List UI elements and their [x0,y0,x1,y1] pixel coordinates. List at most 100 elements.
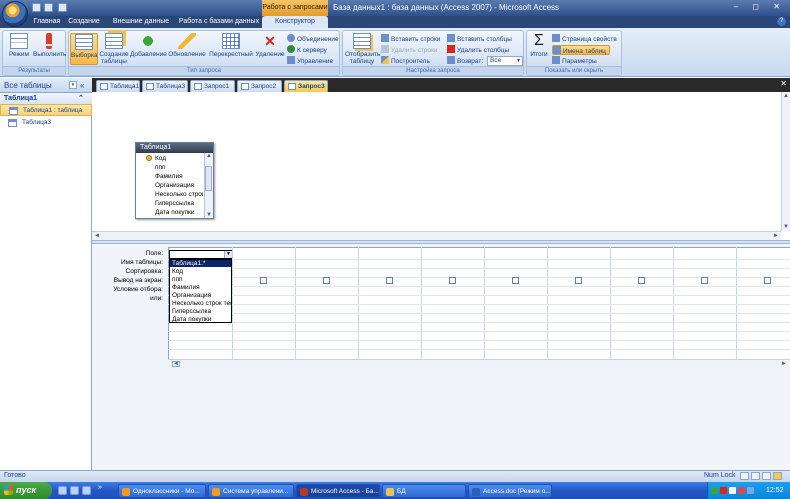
taskbar-item[interactable]: Access.doc [Режим о... [468,484,552,498]
show-checkbox[interactable] [512,277,519,284]
show-table-button[interactable]: Отобразить таблицу [345,33,380,65]
delete-rows-button[interactable]: Удалить строки [381,45,438,55]
table-field-list[interactable] [135,142,214,219]
show-checkbox[interactable] [701,277,708,284]
scroll-up-icon[interactable]: ▲ [783,93,789,99]
dropdown-option[interactable]: Несколько строк тек [172,300,231,307]
grid-horizontal-scrollbar[interactable]: ◄ ► [168,359,790,368]
field-combo[interactable] [169,250,232,259]
nav-dropdown-icon[interactable]: ▾ [69,81,77,89]
scroll-up-icon[interactable]: ▲ [206,153,212,159]
quicklaunch-icon[interactable] [82,486,91,495]
doc-tab-table1[interactable]: Таблица1 [96,80,140,92]
taskbar-item[interactable]: Одноклассники - Мо... [118,484,206,498]
taskbar-item-access[interactable]: Microsoft Access - Ба... [296,484,380,498]
scroll-right-icon[interactable]: ► [781,361,787,367]
doc-tab-table3[interactable]: Таблица3 [142,80,188,92]
doc-tab-query1[interactable]: Запрос1 [190,80,235,92]
show-checkbox[interactable] [386,277,393,284]
show-checkbox[interactable] [575,277,582,284]
table-names-button[interactable]: Имена таблиц [552,45,610,55]
sql-view-icon[interactable] [762,472,771,480]
tab-database-tools[interactable]: Работа с базами данных [178,16,260,28]
totals-button[interactable]: Σ Итоги [529,33,549,65]
field-item[interactable]: Гиперссылка [155,200,194,207]
tray-icon[interactable] [747,487,754,494]
table-field-list-title[interactable]: Таблица1 [136,143,213,153]
field-list-scroll-thumb[interactable] [205,166,212,191]
update-button[interactable]: Обновление [167,33,207,65]
field-item[interactable]: Несколько строк [155,191,203,198]
scroll-down-icon[interactable]: ▼ [783,224,789,230]
tray-icon[interactable] [738,487,745,494]
dropdown-option[interactable]: Таблица1.* [170,260,231,267]
upper-vertical-scrollbar[interactable]: ▲ ▼ [781,92,790,231]
field-item[interactable]: ппп [155,164,166,171]
dropdown-option[interactable]: ппп [172,276,183,283]
scroll-left-icon[interactable]: ◄ [94,233,100,239]
scroll-left-icon[interactable]: ◄ [172,361,180,367]
scroll-down-icon[interactable]: ▼ [206,212,212,218]
quicklaunch-icon[interactable] [70,486,79,495]
window-controls[interactable]: ‒ ◻ ✕ [734,2,786,11]
doc-tab-query3[interactable]: Запрос3 [284,80,328,92]
office-button[interactable] [2,1,28,27]
nav-header[interactable]: Все таблицы ▾ « [0,78,92,93]
field-item[interactable]: Код [155,155,166,162]
save-icon[interactable] [32,3,41,12]
dropdown-option[interactable]: Гиперссылка [172,308,211,315]
chevron-down-icon[interactable]: ▼ [224,251,232,258]
nav-item-table3[interactable]: Таблица3 [0,117,92,129]
return-select[interactable]: Все ▼ [487,56,523,66]
data-definition-button[interactable]: Управление [287,56,333,66]
property-sheet-button[interactable]: Страница свойств [552,34,617,44]
dropdown-option[interactable]: Организация [172,292,211,299]
tab-design[interactable]: Конструктор [262,16,328,28]
tray-icon[interactable] [729,487,736,494]
clock[interactable]: 12:52 [766,482,784,499]
nav-collapse-icon[interactable]: « [80,78,84,93]
field-item[interactable]: Дата покупки [155,209,195,216]
show-checkbox[interactable] [323,277,330,284]
append-button[interactable]: Добавление [130,33,167,65]
delete-columns-button[interactable]: Удалить столбцы [447,45,509,55]
dropdown-option[interactable]: Дата покупки [172,316,212,323]
make-table-button[interactable]: Создание таблицы [99,33,129,65]
builder-button[interactable]: Построитель [381,56,430,66]
dropdown-option[interactable]: Код [172,268,183,275]
tray-icon[interactable] [720,487,727,494]
redo-icon[interactable] [58,3,67,12]
delete-query-button[interactable]: ✕ Удаление [254,33,286,65]
nav-group-collapse-icon[interactable]: ⌃ [78,93,84,104]
show-checkbox[interactable] [260,277,267,284]
pivot-view-icon[interactable] [751,472,760,480]
taskbar-item[interactable]: Система управлени... [208,484,294,498]
dropdown-option[interactable]: Фамилия [172,284,200,291]
scroll-right-icon[interactable]: ► [773,233,779,239]
insert-rows-button[interactable]: Вставить строки [381,34,440,44]
design-view-icon[interactable] [773,472,782,480]
tab-home[interactable]: Главная [30,16,64,28]
show-checkbox[interactable] [764,277,771,284]
help-icon[interactable]: ? [777,17,786,26]
tab-external-data[interactable]: Внешние данные [110,16,172,28]
show-checkbox[interactable] [638,277,645,284]
field-item[interactable]: Организация [155,182,194,189]
quicklaunch-icon[interactable] [58,486,67,495]
upper-horizontal-scrollbar[interactable]: ◄ ► [92,231,781,240]
pass-through-button[interactable]: К серверу [287,45,327,55]
nav-item-table1[interactable]: Таблица1 : таблица [0,104,92,116]
quicklaunch-more-icon[interactable]: » [98,484,102,491]
show-checkbox[interactable] [449,277,456,284]
union-button[interactable]: Объединение [287,34,339,44]
run-button[interactable]: Выполнить [33,33,66,65]
parameters-button[interactable]: Параметры [552,56,597,66]
taskbar-item[interactable]: БД [382,484,466,498]
nav-group-header[interactable]: Таблица1 ⌃ [0,93,92,104]
field-item[interactable]: Фамилия [155,173,183,180]
undo-icon[interactable] [44,3,53,12]
insert-columns-button[interactable]: Вставить столбцы [447,34,512,44]
doc-tab-query2[interactable]: Запрос2 [237,80,282,92]
tray-icon[interactable] [711,487,718,494]
close-document-icon[interactable]: ✕ [780,79,787,88]
